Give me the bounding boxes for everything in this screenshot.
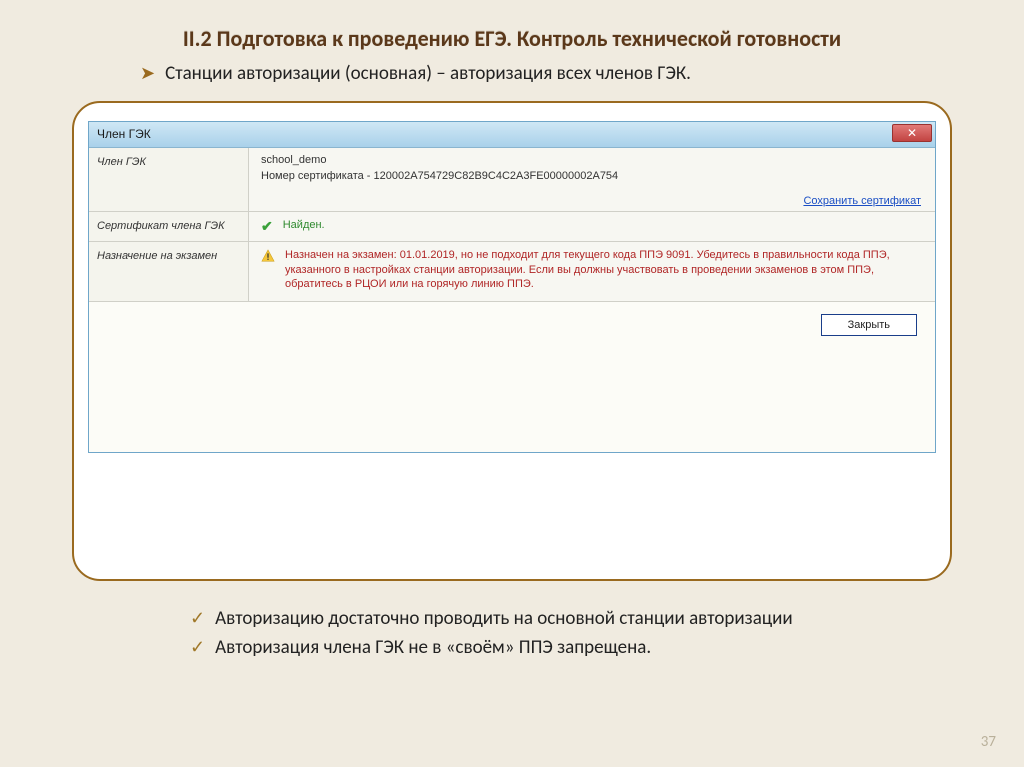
dialog-window: Член ГЭК ✕ Член ГЭК school_demo Номер се… <box>88 121 936 453</box>
note-2: Авторизация члена ГЭК не в «своём» ППЭ з… <box>215 636 651 659</box>
save-certificate-link[interactable]: Сохранить сертификат <box>803 195 921 207</box>
note-1: Авторизацию достаточно проводить на осно… <box>215 607 793 630</box>
check-bullet-icon: ✓ <box>190 636 205 658</box>
arrow-bullet-icon: ➤ <box>140 62 155 84</box>
row-label-certificate: Сертификат члена ГЭК <box>89 212 249 241</box>
warning-icon <box>261 249 275 263</box>
subtitle-text: Станции авторизации (основная) – авториз… <box>165 62 691 85</box>
checkmark-icon: ✔ <box>261 218 273 235</box>
check-bullet-icon: ✓ <box>190 607 205 629</box>
close-button[interactable]: Закрыть <box>821 314 917 336</box>
certificate-status: Найден. <box>283 219 325 231</box>
dialog-titlebar: Член ГЭК ✕ <box>89 122 935 148</box>
dialog-title: Член ГЭК <box>97 127 151 141</box>
window-close-button[interactable]: ✕ <box>892 124 932 142</box>
dialog-footer: Закрыть <box>89 302 935 452</box>
row-label-member: Член ГЭК <box>89 148 249 211</box>
certificate-number: Номер сертификата - 120002A754729C82B9C4… <box>261 170 923 182</box>
slide-title: II.2 Подготовка к проведению ЕГЭ. Контро… <box>40 24 984 54</box>
content-frame: Член ГЭК ✕ Член ГЭК school_demo Номер се… <box>72 101 952 581</box>
school-name: school_demo <box>261 154 923 166</box>
row-label-assignment: Назначение на экзамен <box>89 242 249 301</box>
page-number: 37 <box>981 733 996 751</box>
assignment-warning-text: Назначен на экзамен: 01.01.2019, но не п… <box>285 248 923 293</box>
